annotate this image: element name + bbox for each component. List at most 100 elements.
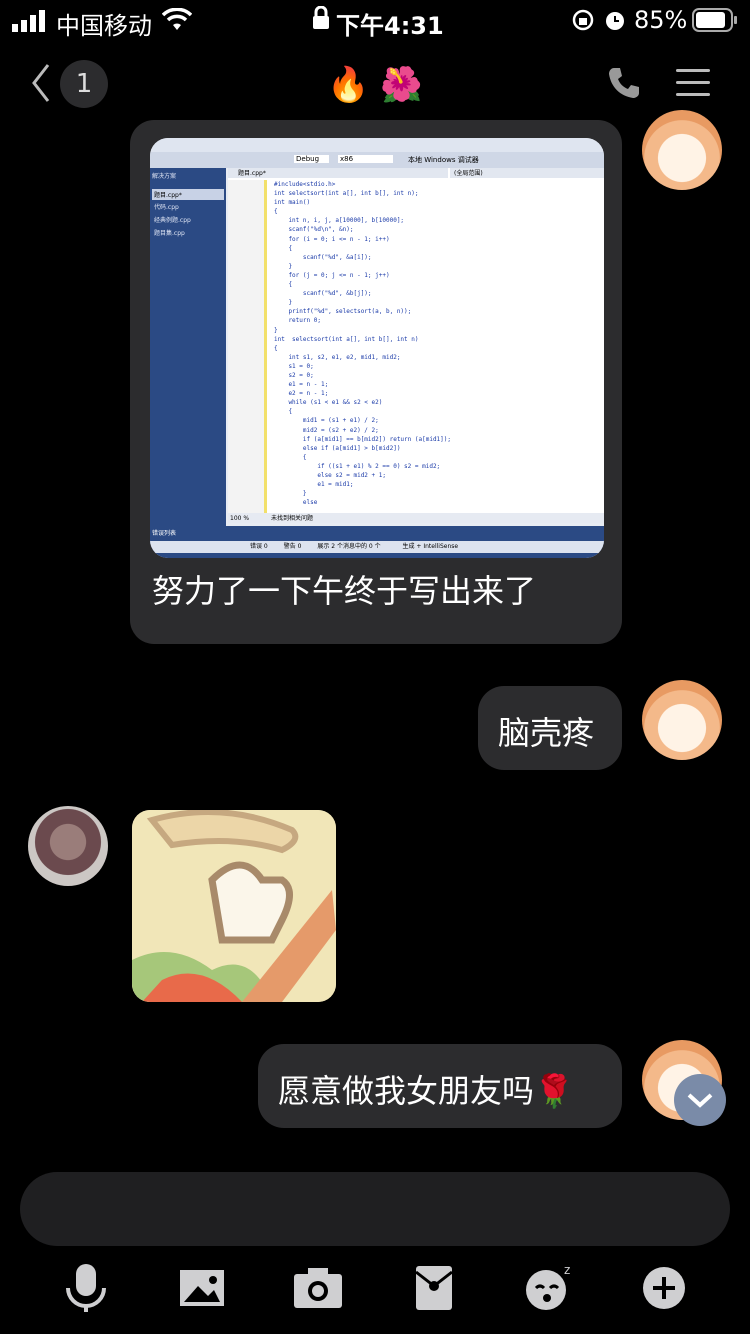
alarm-icon — [604, 8, 626, 38]
file-item[interactable]: 题目集.cpp — [150, 226, 226, 239]
code-line: s2 = 0; — [274, 371, 314, 379]
error-list-title: 错误列表 — [152, 530, 177, 537]
plus-circle-icon — [643, 1267, 685, 1309]
voice-button[interactable] — [56, 1258, 116, 1318]
ide-menubar — [150, 138, 604, 152]
phone-call-button[interactable] — [606, 65, 642, 101]
battery-icon — [692, 8, 738, 38]
code-line: { — [274, 208, 278, 216]
warnings-filter[interactable]: 警告 0 — [284, 543, 302, 550]
code-line: if (a[mid1] == b[mid2]) return (a[mid1])… — [274, 435, 452, 443]
code-line: for (i = 0; i <= n - 1; i++) — [274, 235, 390, 243]
chevron-down-icon — [687, 1093, 713, 1108]
code-line: } — [274, 299, 293, 307]
code-line: return 0; — [274, 317, 321, 325]
error-list-panel: 错误列表 错误 0 警告 0 展示 2 个消息中的 0 个 生成 + Intel… — [150, 526, 604, 558]
code-line: } — [274, 490, 307, 498]
messages-filter[interactable]: 展示 2 个消息中的 0 个 — [317, 543, 380, 550]
image-icon — [180, 1270, 224, 1306]
zoom-level[interactable]: 100 % — [230, 515, 249, 522]
sleepy-face-icon: z — [526, 1263, 570, 1310]
file-item[interactable]: 代码.cpp — [150, 200, 226, 213]
code-line: } — [274, 262, 293, 270]
errors-filter[interactable]: 错误 0 — [250, 543, 268, 550]
code-line: int n, i, j, a[10000], b[10000]; — [274, 217, 405, 225]
message-bubble[interactable]: 脑壳疼 — [478, 686, 622, 770]
code-line: while (s1 < e1 && s2 < e2) — [274, 399, 383, 407]
code-line: int s1, s2, e1, e2, mid1, mid2; — [274, 353, 401, 361]
menu-line — [676, 69, 710, 72]
scope-select[interactable]: (全局范围) — [450, 168, 604, 178]
config-select[interactable]: Debug — [294, 155, 330, 163]
code-line: e1 = mid1; — [274, 481, 354, 489]
code-line: int selectsort(int a[], int b[], int n); — [274, 190, 419, 198]
code-line: { — [274, 281, 293, 289]
code-line: for (j = 0; j <= n - 1; j++) — [274, 271, 390, 279]
avatar-self[interactable] — [642, 110, 722, 190]
signal-icon — [12, 10, 50, 32]
code-line: s1 = 0; — [274, 362, 314, 370]
code-line: else if (a[mid1] > b[mid2]) — [274, 444, 401, 452]
message-text: 脑壳疼 — [498, 714, 595, 752]
camera-icon — [294, 1268, 342, 1308]
status-bar: 中国移动 下午4:31 85% — [0, 0, 750, 40]
red-packet-icon — [415, 1266, 453, 1310]
more-menu-button[interactable] — [676, 69, 710, 105]
code-line: scanf("%d", &a[i]); — [274, 253, 372, 261]
solution-panel: 解决方案 题目.cpp* 代码.cpp 经典例题.cpp 题目集.cpp — [150, 168, 226, 528]
platform-select[interactable]: x86 — [338, 155, 394, 163]
code-line: scanf("%d", &b[j]); — [274, 290, 372, 298]
message-text: 努力了一下午终于写出来了 — [152, 572, 537, 610]
avatar-self[interactable] — [642, 680, 722, 760]
avatar-other[interactable] — [28, 806, 108, 886]
code-line: if ((s1 + e1) % 2 == 0) s2 = mid2; — [274, 462, 441, 470]
code-line: { — [274, 344, 278, 352]
code-line: #include<stdio.h> — [274, 181, 336, 188]
solution-title: 解决方案 — [152, 173, 177, 180]
sticker-image[interactable] — [132, 810, 336, 1002]
file-item[interactable]: 题目.cpp* — [152, 189, 224, 200]
file-item[interactable]: 经典例题.cpp — [150, 213, 226, 226]
message-input[interactable] — [20, 1172, 730, 1246]
no-issues-text: 未找到相关问题 — [270, 515, 313, 522]
ide-toolbar: Debug x86 本地 Windows 调试器 — [150, 152, 604, 168]
code-line: mid2 = (s2 + e2) / 2; — [274, 426, 379, 434]
code-editor: 题目.cpp* (全局范围) #include<stdio.h> int sele… — [228, 168, 604, 513]
microphone-icon — [66, 1264, 106, 1312]
scroll-to-bottom-button[interactable] — [674, 1074, 726, 1126]
wifi-icon — [161, 7, 193, 38]
emoji-button[interactable]: z — [518, 1258, 578, 1318]
image-button[interactable] — [172, 1258, 232, 1318]
code-line: int selectsort(int a[], int b[], int n) — [274, 335, 419, 343]
svg-text:z: z — [564, 1263, 570, 1277]
red-packet-button[interactable] — [404, 1258, 464, 1318]
message-text: 愿意做我女朋友吗🌹 — [278, 1072, 574, 1110]
thumbs-up-sticker-icon — [132, 810, 336, 1002]
code-gutter — [228, 180, 267, 513]
message-bubble[interactable]: 愿意做我女朋友吗🌹 — [258, 1044, 622, 1128]
camera-button[interactable] — [288, 1258, 348, 1318]
code-line: scanf("%d\n", &n); — [274, 226, 354, 234]
code-line: else — [274, 499, 318, 507]
code-line: } — [274, 326, 278, 334]
code-line: { — [274, 453, 307, 461]
code-screenshot-image[interactable]: Debug x86 本地 Windows 调试器 解决方案 题目.cpp* 代码… — [150, 138, 604, 558]
lock-icon — [312, 5, 330, 36]
menu-line — [676, 81, 710, 84]
code-lines: #include<stdio.h> int selectsort(int a[],… — [274, 180, 604, 507]
carrier-label: 中国移动 — [56, 12, 152, 40]
code-line: else s2 = mid2 + 1; — [274, 472, 386, 479]
menu-line — [676, 93, 710, 96]
code-line: { — [274, 244, 293, 252]
code-line: mid1 = (s1 + e1) / 2; — [274, 417, 379, 425]
code-line: { — [274, 408, 293, 416]
build-filter[interactable]: 生成 + IntelliSense — [403, 543, 459, 550]
phone-icon — [609, 68, 639, 98]
run-debugger[interactable]: 本地 Windows 调试器 — [408, 155, 479, 165]
message-bubble-code[interactable]: Debug x86 本地 Windows 调试器 解决方案 题目.cpp* 代码… — [130, 120, 622, 644]
more-button[interactable] — [634, 1258, 694, 1318]
status-time: 下午4:31 — [336, 12, 444, 40]
battery-percent: 85% — [634, 6, 688, 34]
code-line: e1 = n - 1; — [274, 381, 329, 389]
editor-tab[interactable]: 题目.cpp* — [228, 168, 448, 178]
